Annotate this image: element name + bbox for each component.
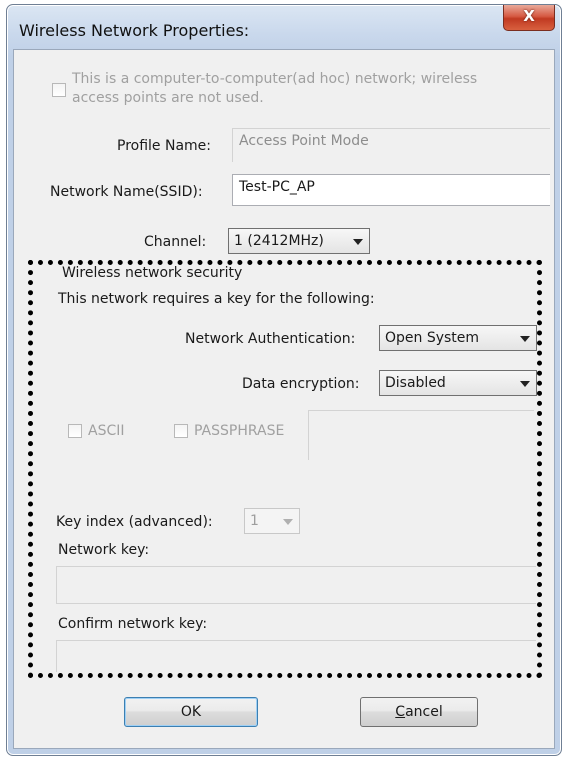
dialog-body: This is a computer-to-computer(ad hoc) n… xyxy=(13,49,555,749)
close-button[interactable]: X xyxy=(503,5,555,31)
window-title: Wireless Network Properties: xyxy=(19,21,250,40)
ok-button[interactable]: OK xyxy=(124,697,258,727)
profile-name-label: Profile Name: xyxy=(117,138,212,154)
close-icon: X xyxy=(523,7,535,25)
channel-select-value: 1 (2412MHz) xyxy=(234,233,324,249)
chevron-down-icon xyxy=(353,239,363,245)
cancel-button[interactable]: Cancel xyxy=(360,697,478,727)
adhoc-label-line1: This is a computer-to-computer(ad hoc) n… xyxy=(72,71,478,87)
adhoc-label: This is a computer-to-computer(ad hoc) n… xyxy=(72,70,477,108)
ssid-label: Network Name(SSID): xyxy=(50,184,203,200)
ssid-input[interactable]: Test-PC_AP xyxy=(232,174,550,206)
adhoc-checkbox[interactable] xyxy=(52,83,66,97)
adhoc-label-line2: access points are not used. xyxy=(72,90,264,106)
dialog-window: Wireless Network Properties: X This is a… xyxy=(6,4,562,756)
cancel-mnemonic: C xyxy=(395,704,406,720)
channel-label: Channel: xyxy=(144,234,207,250)
cancel-label-rest: ancel xyxy=(405,704,443,720)
profile-name-field[interactable]: Access Point Mode xyxy=(232,128,550,162)
channel-select[interactable]: 1 (2412MHz) xyxy=(228,228,370,254)
security-highlight-frame xyxy=(28,260,542,678)
